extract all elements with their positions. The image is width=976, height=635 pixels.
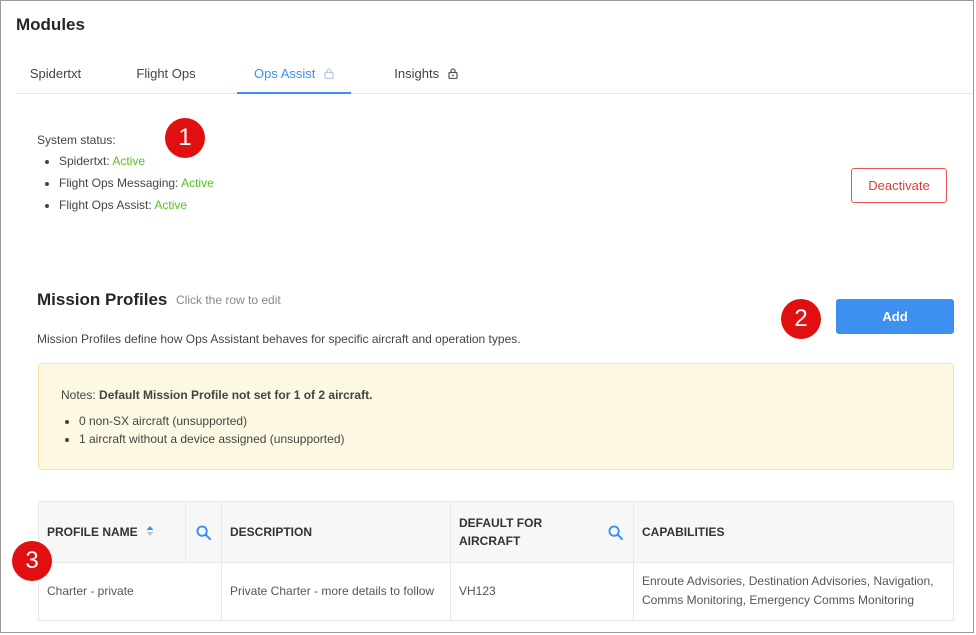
status-badge: Active [181,176,214,190]
mission-profiles-table: PROFILE NAME DESCRIPTION DEFAULT FOR AIRC… [38,501,954,621]
profile-name-search-icon[interactable] [185,502,221,562]
status-name: Flight Ops Assist: [59,198,152,212]
aircraft-search-icon[interactable] [597,502,633,562]
notes-item: 0 non-SX aircraft (unsupported) [79,412,344,430]
sort-icon[interactable] [146,525,154,540]
tab-flight-ops[interactable]: Flight Ops [124,57,208,93]
tab-ops-assist[interactable]: Ops Assist [237,57,351,94]
status-item-flight-ops-messaging: Flight Ops Messaging: Active [59,172,214,194]
notes-headline-text: Default Mission Profile not set for 1 of… [99,388,373,402]
annotation-marker-2: 2 [781,299,821,339]
column-title: DEFAULT FOR AIRCRAFT [459,514,542,550]
tab-label: Spidertxt [29,66,82,81]
notes-headline: Notes: Default Mission Profile not set f… [61,388,372,402]
tab-insights[interactable]: Insights [381,57,471,93]
cell-capabilities: Enroute Advisories, Destination Advisori… [642,574,934,607]
search-icon [195,524,211,540]
annotation-marker-3: 3 [12,541,52,581]
tab-label: Insights [394,66,440,81]
tab-label: Flight Ops [136,66,196,81]
cell-default-for-aircraft: VH123 [451,562,634,620]
status-name: Spidertxt: [59,154,110,168]
mission-profiles-title: Mission Profiles [37,290,168,309]
column-title: DESCRIPTION [230,525,313,539]
column-header-capabilities: CAPABILITIES [634,502,953,562]
add-mission-profile-button[interactable]: Add [836,299,954,334]
mission-profiles-hint: Click the row to edit [176,293,281,307]
notes-list: 0 non-SX aircraft (unsupported) 1 aircra… [61,412,344,448]
tab-spidertxt[interactable]: Spidertxt [16,57,95,93]
module-tabs: Spidertxt Flight Ops Ops Assist Insights [16,57,973,94]
notes-prefix: Notes: [61,388,96,402]
status-item-flight-ops-assist: Flight Ops Assist: Active [59,194,214,216]
table-header: PROFILE NAME DESCRIPTION DEFAULT FOR AIRC… [39,502,953,563]
cell-description: Private Charter - more details to follow [222,562,451,620]
mission-profiles-description: Mission Profiles define how Ops Assistan… [37,332,521,346]
annotation-marker-1: 1 [165,118,205,158]
cell-profile-name: Charter - private [39,562,222,620]
modules-panel: Modules Spidertxt Flight Ops Ops Assist … [0,0,974,633]
column-title-line: AIRCRAFT [459,534,521,548]
search-icon [607,524,623,540]
status-list: Spidertxt: Active Flight Ops Messaging: … [37,150,214,216]
column-title: CAPABILITIES [642,525,725,539]
column-title: PROFILE NAME [47,525,138,539]
column-title-line: DEFAULT FOR [459,516,543,530]
tab-label: Ops Assist [253,66,316,81]
status-badge: Active [154,198,188,212]
page-title: Modules [16,15,85,34]
notes-item: 1 aircraft without a device assigned (un… [79,430,344,448]
deactivate-button[interactable]: Deactivate [851,168,947,203]
status-name: Flight Ops Messaging: [59,176,179,190]
lock-icon [324,58,334,92]
column-header-description: DESCRIPTION [222,502,451,562]
lock-icon [448,58,458,92]
status-badge: Active [112,154,146,168]
notes-box: Notes: Default Mission Profile not set f… [38,363,954,470]
